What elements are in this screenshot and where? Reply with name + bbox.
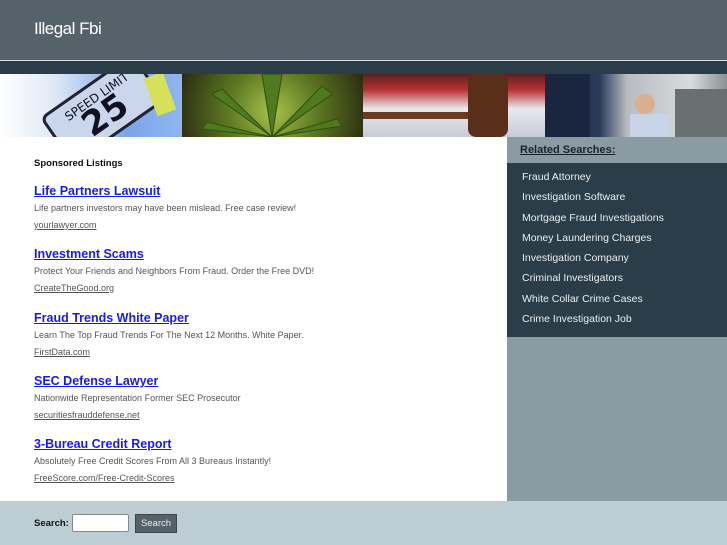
header-band	[0, 61, 727, 74]
related-search-link[interactable]: Money Laundering Charges	[507, 231, 727, 251]
search-footer: Search: Search	[0, 501, 727, 545]
ad-url-link[interactable]: CreateTheGood.org	[34, 283, 114, 293]
related-searches-heading: Related Searches:	[520, 144, 616, 156]
police-traffic-stop-image	[545, 74, 727, 137]
ad-url-link[interactable]: yourlawyer.com	[34, 220, 97, 230]
search-label: Search:	[34, 518, 69, 529]
ad-title-link[interactable]: 3-Bureau Credit Report	[34, 437, 271, 454]
ad-description: Protect Your Friends and Neighbors From …	[34, 266, 315, 276]
related-search-link[interactable]: Mortgage Fraud Investigations	[507, 211, 727, 231]
related-searches-sidebar: Related Searches: Fraud Attorney Investi…	[507, 137, 727, 501]
ad-title-link[interactable]: Fraud Trends White Paper	[34, 311, 304, 328]
ad-description: Learn The Top Fraud Trends For The Next …	[34, 330, 304, 340]
ad-listing: Life Partners Lawsuit Life partners inves…	[34, 184, 296, 233]
ad-listing: Fraud Trends White Paper Learn The Top Fr…	[34, 311, 304, 360]
ad-url-link[interactable]: securitiesfrauddefense.net	[34, 410, 140, 420]
related-search-link[interactable]: Fraud Attorney	[507, 170, 727, 190]
cannabis-leaf-image	[182, 74, 363, 137]
ad-listing: Investment Scams Protect Your Friends and…	[34, 247, 314, 296]
ad-description: Life partners investors may have been mi…	[34, 203, 297, 213]
related-search-link[interactable]: Investigation Company	[507, 251, 727, 271]
ad-url-link[interactable]: FreeScore.com/Free-Credit-Scores	[34, 473, 175, 483]
ad-title-link[interactable]: SEC Defense Lawyer	[34, 374, 241, 391]
site-header: Illegal Fbi	[0, 0, 727, 60]
related-search-link[interactable]: Crime Investigation Job	[507, 312, 727, 332]
ad-title-link[interactable]: Investment Scams	[34, 247, 314, 264]
ad-listing: SEC Defense Lawyer Nationwide Representat…	[34, 374, 241, 423]
ad-title-link[interactable]: Life Partners Lawsuit	[34, 184, 296, 201]
related-search-link[interactable]: Criminal Investigators	[507, 271, 727, 291]
search-button[interactable]: Search	[135, 514, 177, 533]
site-title: Illegal Fbi	[34, 19, 102, 38]
speed-limit-sign-image: 25 SPEED LIMIT	[0, 74, 182, 137]
related-search-link[interactable]: Investigation Software	[507, 190, 727, 210]
related-search-link[interactable]: White Collar Crime Cases	[507, 292, 727, 312]
search-input[interactable]	[72, 514, 129, 532]
ad-url-link[interactable]: FirstData.com	[34, 347, 90, 357]
ad-description: Nationwide Representation Former SEC Pro…	[34, 393, 241, 403]
ad-listing: 3-Bureau Credit Report Absolutely Free Cr…	[34, 437, 271, 486]
related-searches-list: Fraud Attorney Investigation Software Mo…	[507, 163, 727, 337]
gavel-image	[363, 74, 545, 137]
ad-description: Absolutely Free Credit Scores From All 3…	[34, 456, 272, 466]
sponsored-heading: Sponsored Listings	[34, 158, 123, 169]
